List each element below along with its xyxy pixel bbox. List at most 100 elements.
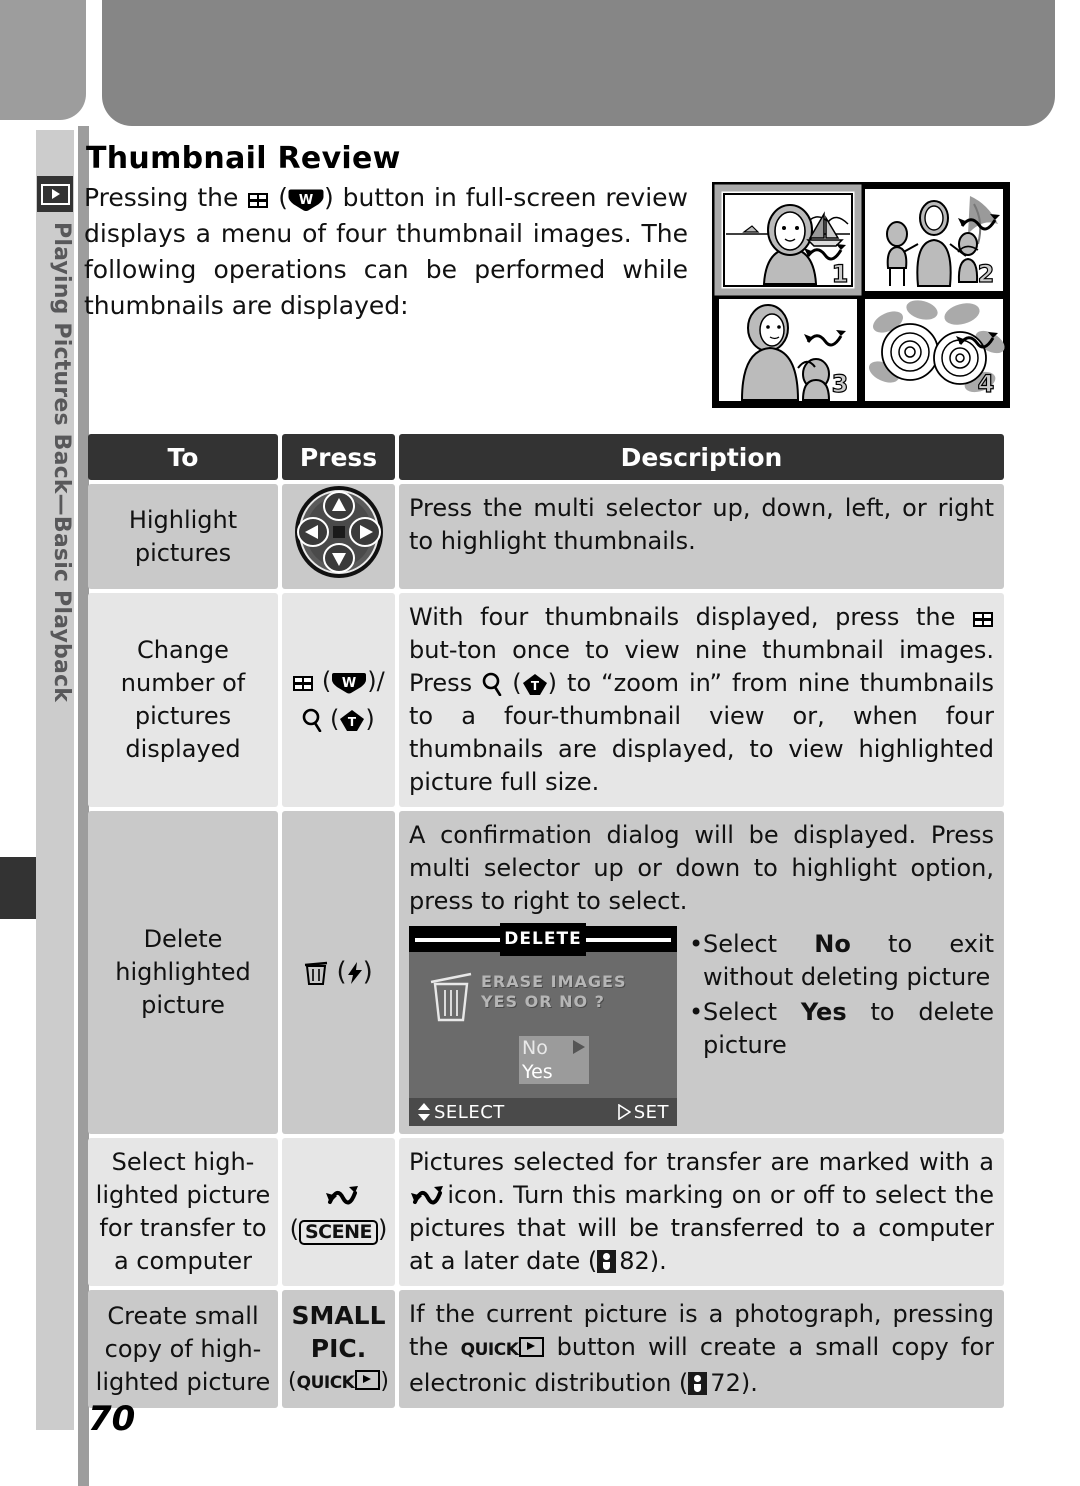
- thumbnail-3: 3: [717, 297, 859, 403]
- page-title: Thumbnail Review: [86, 141, 401, 176]
- cell-text: A confirmation dialog will be displayed.…: [409, 821, 994, 915]
- table-row: Create small copy of high- lighted pictu…: [88, 1290, 1004, 1408]
- row-to-select-transfer: Select high- lighted picture for transfe…: [88, 1138, 278, 1286]
- tele-zoom-t-icon: T: [339, 709, 365, 733]
- paren: (: [288, 1368, 297, 1394]
- wide-zoom-w-icon: W: [288, 189, 324, 211]
- play-icon: [519, 1337, 545, 1357]
- lcd-footer: SELECT SET: [409, 1098, 677, 1126]
- small-pic-label-line1: SMALL: [291, 1300, 386, 1330]
- intro-paren-open: (: [278, 183, 289, 212]
- trash-icon: [304, 959, 328, 985]
- lcd-message-line1: ERASE IMAGES: [481, 972, 627, 991]
- cell-text: Highlight pictures: [128, 505, 238, 567]
- lcd-footer-set-text: SET: [633, 1101, 669, 1123]
- multi-selector-icon: [293, 484, 385, 589]
- paren: ): [362, 957, 373, 987]
- delete-confirmation-lcd: DELETE ERASE IMAGES YES OR NO ? No Yes S…: [409, 922, 677, 1126]
- lcd-footer-select-text: SELECT: [434, 1101, 505, 1123]
- header-band: [102, 0, 1055, 126]
- column-header-description: Description: [399, 434, 1004, 480]
- paren: )/: [367, 667, 385, 695]
- row-press-zoom-buttons: ( W )/ (T): [282, 593, 395, 807]
- desc-part-2: icon. Turn this marking on or off to sel…: [409, 1181, 994, 1275]
- wide-zoom-w-icon: W: [331, 672, 367, 694]
- thumbnail-1: 1: [714, 184, 862, 296]
- chapter-label: Playing Pictures Back—Basic Playback: [49, 221, 74, 703]
- flash-icon: [347, 962, 363, 984]
- page-reference-icon: [688, 1372, 708, 1395]
- table-row: Delete highlighted picture ( ) A confirm…: [88, 811, 1004, 1134]
- row-press-multi-selector: [282, 484, 395, 589]
- chevron-right-icon: [573, 1040, 585, 1054]
- desc-part-1: Pictures selected for transfer are marke…: [409, 1148, 994, 1176]
- paren: (: [321, 667, 332, 695]
- transfer-mark-icon: [324, 1185, 358, 1207]
- row-press-scene-button: (SCENE): [282, 1138, 395, 1286]
- scene-button-label: SCENE: [299, 1220, 378, 1245]
- desc-part-3: ).: [649, 1247, 667, 1275]
- thumbnail-grid-icon: [293, 676, 314, 691]
- desc-page-ref: 82: [619, 1247, 650, 1275]
- lcd-option-list[interactable]: No Yes: [519, 1036, 589, 1084]
- lcd-title-bar: DELETE: [409, 922, 677, 956]
- bullet-pre: Select: [703, 930, 815, 958]
- row-description-transfer: Pictures selected for transfer are marke…: [399, 1138, 1004, 1286]
- row-to-change-number: Change number of pictures displayed: [88, 593, 278, 807]
- svg-text:T: T: [531, 679, 540, 693]
- row-description-change-number: With four thumbnails displayed, press th…: [399, 593, 1004, 807]
- lcd-trash-icon: [427, 968, 473, 1033]
- row-to-highlight-pictures: Highlight pictures: [88, 484, 278, 589]
- row-press-small-pic-button: SMALL PIC. (QUICK): [282, 1290, 395, 1408]
- quick-button-label-inline: QUICK: [460, 1340, 519, 1360]
- thumbnail-4: 4: [863, 297, 1005, 403]
- small-pic-label-line2: PIC.: [310, 1333, 367, 1363]
- thumbnail-grid-icon: [973, 612, 993, 627]
- page-number: 70: [88, 1399, 136, 1439]
- table-row: Change number of pictures displayed ( W …: [88, 593, 1004, 807]
- svg-text:3: 3: [832, 370, 849, 398]
- intro-text-c: ) button in full-screen review: [324, 183, 689, 212]
- paren: (: [329, 705, 340, 733]
- lcd-footer-select: SELECT: [417, 1096, 505, 1129]
- row-description-delete: A confirmation dialog will be displayed.…: [399, 811, 1004, 1134]
- bullet-dot: •: [689, 930, 704, 958]
- svg-text:2: 2: [978, 260, 995, 288]
- svg-text:T: T: [348, 715, 357, 729]
- paren: ): [380, 1368, 389, 1394]
- intro-rest: displays a menu of four thumbnail images…: [84, 219, 688, 320]
- svg-text:1: 1: [832, 260, 849, 288]
- desc-part-3: ).: [740, 1369, 758, 1397]
- column-header-to: To: [88, 434, 278, 480]
- cell-text: Delete highlighted picture: [115, 925, 251, 1019]
- manual-page: Playing Pictures Back—Basic Playback Thu…: [0, 0, 1080, 1486]
- cell-text: Select high- lighted picture for transfe…: [95, 1148, 271, 1275]
- svg-text:4: 4: [978, 370, 995, 398]
- header-left-block: [0, 0, 86, 120]
- delete-bullet-list: • Select No to exit without deleting pic…: [681, 928, 994, 1126]
- list-item: • Select Yes to delete picture: [689, 996, 994, 1062]
- column-header-press: Press: [282, 434, 395, 480]
- desc-paren-open: (: [512, 669, 522, 697]
- svg-text:W: W: [299, 193, 313, 208]
- magnifier-icon: [302, 708, 322, 732]
- row-description-highlight: Press the multi selector up, down, left,…: [399, 484, 1004, 589]
- lcd-footer-set: SET: [617, 1096, 669, 1129]
- transfer-mark-icon: [409, 1185, 443, 1207]
- lcd-option-yes[interactable]: Yes: [519, 1060, 589, 1084]
- desc-part-1: With four thumbnails displayed, press th…: [409, 603, 956, 631]
- up-down-arrows-icon: [418, 1103, 430, 1121]
- row-press-delete-button: ( ): [282, 811, 395, 1134]
- quick-button-label: QUICK: [296, 1372, 355, 1393]
- paren: ): [365, 705, 375, 733]
- operations-table: To Press Description Highlight pictures: [88, 434, 1004, 1408]
- list-item: • Select No to exit without deleting pic…: [689, 928, 994, 994]
- thumbnail-grid-icon: [248, 193, 269, 208]
- row-to-create-small-copy: Create small copy of high- lighted pictu…: [88, 1290, 278, 1408]
- thumbnail-2: 2: [863, 187, 1005, 293]
- svg-text:W: W: [342, 676, 356, 691]
- table-header-row: To Press Description: [88, 434, 1004, 480]
- lcd-message: ERASE IMAGES YES OR NO ?: [481, 972, 627, 1012]
- chapter-edge-tab: [0, 857, 36, 919]
- tele-zoom-t-icon: T: [522, 673, 548, 697]
